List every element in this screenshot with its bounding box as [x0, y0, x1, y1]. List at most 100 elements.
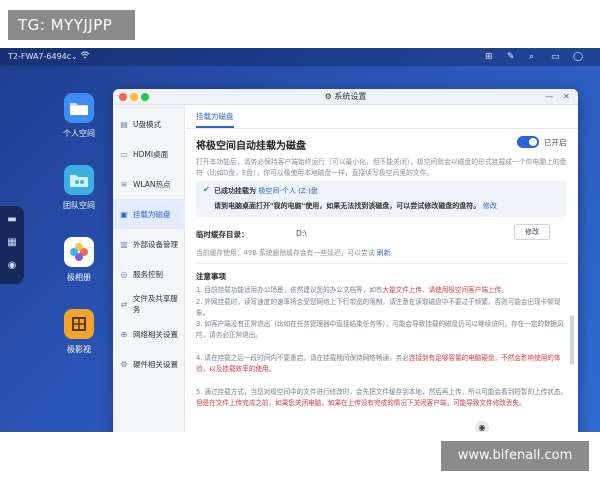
app-label: 极影视: [67, 345, 91, 354]
section-divider: [196, 263, 568, 264]
video-icon: [64, 309, 94, 339]
dock-apps-icon[interactable]: ▦: [6, 237, 18, 249]
window-minimize-icon[interactable]: —: [545, 89, 553, 105]
app-label: 个人空间: [63, 129, 95, 138]
app-label: 极相册: [67, 273, 91, 282]
sidebar-item-hardware[interactable]: ⚙ 硬件相关设置: [113, 349, 185, 379]
top-status-bar: T2-FWA7-6494c⌄ ⊞ ✎ ⌕ ▭ ◯: [0, 48, 600, 66]
notes-title: 注意事项: [196, 272, 226, 281]
screenshot-frame: T2-FWA7-6494c⌄ ⊞ ✎ ⌕ ▭ ◯ ▬ ▦ ◉ 个人空间 团队空间…: [0, 0, 600, 480]
edit-icon[interactable]: ✎: [507, 48, 515, 66]
sidebar-item-label: 文件及共享服务: [132, 294, 178, 314]
note-text: 3. 如客户端没有正常退出（比如在任务管理器中直接结束任务等），可能会导致挂载的…: [196, 320, 564, 339]
note-item: 4. 请在挂载之后一段时间内不要重启，请在挂载期间保持网络畅通，务必连接到有足够…: [196, 353, 568, 375]
note-text: 1. 目前挂载功能适用办公场景，依然建议您的办公文档等，如有: [196, 286, 383, 294]
note-item: 3. 如客户端没有正常退出（比如在任务管理器中直接结束任务等），可能会导致挂载的…: [196, 319, 568, 341]
nas-desktop: T2-FWA7-6494c⌄ ⊞ ✎ ⌕ ▭ ◯ ▬ ▦ ◉ 个人空间 团队空间…: [0, 48, 600, 432]
app-label: 团队空间: [63, 201, 95, 210]
check-circle-icon: ✔: [203, 185, 210, 194]
note-warning: 但是在文件上传完成之前，如果您关闭电脑，如果在上传没有完成的情况下关闭客户端，可…: [196, 399, 526, 407]
tg-tag: TG: MYYJJPP: [8, 10, 135, 40]
toggle-label: 已开启: [544, 138, 567, 147]
sidebar-item-label: 硬件相关设置: [133, 359, 178, 369]
app-photos[interactable]: 极相册: [57, 237, 101, 283]
auto-mount-toggle[interactable]: [517, 136, 539, 148]
app-video[interactable]: 极影视: [57, 309, 101, 355]
weibo-logo-icon: ◉: [475, 420, 489, 432]
tab-mount-disk[interactable]: 挂载为磁盘: [196, 111, 234, 128]
mount-status-text: 已成功挂载为: [214, 187, 256, 195]
search-icon[interactable]: ⌕: [529, 48, 534, 66]
sidebar-item-usb-mode[interactable]: ▤ U盘模式: [113, 109, 185, 139]
dock-menu-icon[interactable]: ▬: [6, 214, 18, 226]
edit-cache-button[interactable]: 修改: [514, 224, 550, 240]
feature-description: 打开本功能后，请务必保持客户端始终运行（可以最小化，但不能关闭），极空间就会以磁…: [196, 158, 567, 177]
sidebar-item-service-control[interactable]: ◎ 服务控制: [113, 259, 185, 289]
team-folder-icon: [64, 165, 94, 195]
sidebar-item-wlan[interactable]: ≋ WLAN热点: [113, 169, 185, 199]
cache-usage-info: 当前缓存使用：49B 系统删除缓存会有一些延迟，可以尝试 刷新: [196, 247, 390, 257]
note-item: 2. 外网挂载时，读写速度的速率将会受您网络上下行带宽的限制，请注意在读取磁盘中…: [196, 297, 568, 319]
sidebar-item-external-devices[interactable]: ▥ 外部设备管理: [113, 229, 185, 259]
app-personal-space[interactable]: 个人空间: [57, 93, 101, 139]
sidebar-item-label: 服务控制: [133, 269, 163, 279]
window-titlebar[interactable]: ⚙ 系统设置 — ✕: [113, 89, 578, 105]
sidebar-item-label: WLAN热点: [133, 179, 171, 189]
cache-dir-label: 临时缓存目录：: [196, 230, 249, 239]
sidebar-item-label: 网络相关设置: [133, 329, 178, 339]
app-team-space[interactable]: 团队空间: [57, 165, 101, 211]
site-url-badge: www.bifenall.com: [441, 441, 589, 471]
section-heading: 将极空间自动挂载为磁盘: [196, 141, 306, 152]
usb-icon: ▤: [120, 119, 128, 129]
mount-hint-text: 请到电脑桌面打开"我的电脑"使用，如果无法找到该磁盘，可以尝试修改磁盘的盘符。: [214, 202, 481, 210]
share-icon: ⇄: [120, 299, 128, 309]
settings-window: ⚙ 系统设置 — ✕ ▤ U盘模式 ▭ HDMI桌面 ≋ WLAN热点 ▣ 挂载为磁盘 …: [113, 89, 578, 432]
window-title: ⚙ 系统设置: [113, 89, 578, 105]
note-item: 5. 通过挂载方式，当您对极空间中的文件进行修改时，会先把文件缓存到本地，然后再…: [196, 387, 568, 409]
dock-settings-icon[interactable]: ◉: [6, 260, 18, 272]
folder-icon: [64, 93, 94, 123]
grid-icon[interactable]: ⊞: [485, 48, 493, 66]
sidebar-item-file-sharing[interactable]: ⇄ 文件及共享服务: [113, 289, 185, 319]
window-icon[interactable]: ▭: [551, 48, 560, 66]
note-warning: 大量文件上传、请使用极空间客户端上传。: [382, 286, 508, 294]
note-text: 5. 通过挂载方式，当您对极空间中的文件进行修改时，会先把文件缓存到本地，然后再…: [196, 388, 568, 396]
weibo-watermark: ◉ Geeks小树: [475, 416, 558, 432]
refresh-cache-link[interactable]: 刷新: [377, 249, 391, 257]
settings-gear-icon: ⚙: [324, 92, 335, 101]
mount-hint-line: 请到电脑桌面打开"我的电脑"使用，如果无法找到该磁盘，可以尝试修改磁盘的盘符。 …: [214, 201, 497, 211]
network-icon: ⊕: [120, 329, 128, 339]
cache-dir-value: D:\: [296, 229, 307, 238]
watermark-text: Geeks小树: [492, 420, 559, 432]
device-icon: ▥: [120, 239, 128, 249]
device-name[interactable]: T2-FWA7-6494c⌄: [8, 48, 78, 66]
sidebar-item-label: 挂载为磁盘: [133, 209, 171, 219]
sidebar-item-label: HDMI桌面: [133, 149, 169, 159]
user-icon[interactable]: ◯: [573, 48, 583, 66]
sidebar-item-label: U盘模式: [133, 119, 161, 129]
note-item: 1. 目前挂载功能适用办公场景，依然建议您的办公文档等，如有大量文件上传、请使用…: [196, 285, 568, 296]
disk-icon: ▣: [120, 209, 128, 219]
monitor-icon: ▭: [120, 149, 128, 159]
note-text: 4. 请在挂载之后一段时间内不要重启，请在挂载期间保持网络畅通，务必: [196, 354, 409, 362]
mount-status-line: 已成功挂载为 极空间-个人 (Z:)盘: [214, 186, 318, 196]
sidebar-item-label: 外部设备管理: [133, 239, 178, 249]
toggle-knob: [529, 138, 537, 146]
window-close-icon[interactable]: ✕: [563, 89, 570, 105]
settings-sidebar: ▤ U盘模式 ▭ HDMI桌面 ≋ WLAN热点 ▣ 挂载为磁盘 ▥ 外部设备管理 ◎ 服务…: [113, 105, 185, 432]
settings-content: 挂载为磁盘 将极空间自动挂载为磁盘 已开启 打开本功能后，请务必保持客户端始终运…: [186, 105, 578, 432]
content-scrollbar[interactable]: [570, 315, 574, 365]
cache-usage-text: 当前缓存使用：49B 系统删除缓存会有一些延迟，可以尝试: [196, 249, 375, 257]
change-drive-link[interactable]: 修改: [483, 202, 497, 210]
sidebar-item-mount-disk[interactable]: ▣ 挂载为磁盘: [113, 199, 185, 229]
side-dock: ▬ ▦ ◉: [0, 206, 24, 284]
mount-success-box: ✔ 已成功挂载为 极空间-个人 (Z:)盘 请到电脑桌面打开"我的电脑"使用，如…: [196, 181, 566, 217]
wifi-icon: [80, 48, 90, 66]
wifi-icon: ≋: [120, 179, 128, 189]
hardware-icon: ⚙: [120, 359, 128, 369]
sidebar-item-hdmi[interactable]: ▭ HDMI桌面: [113, 139, 185, 169]
sidebar-item-network[interactable]: ⊕ 网络相关设置: [113, 319, 185, 349]
mount-drive-value: 极空间-个人 (Z:)盘: [258, 187, 318, 195]
service-icon: ◎: [120, 269, 128, 279]
photos-icon: [64, 237, 94, 267]
